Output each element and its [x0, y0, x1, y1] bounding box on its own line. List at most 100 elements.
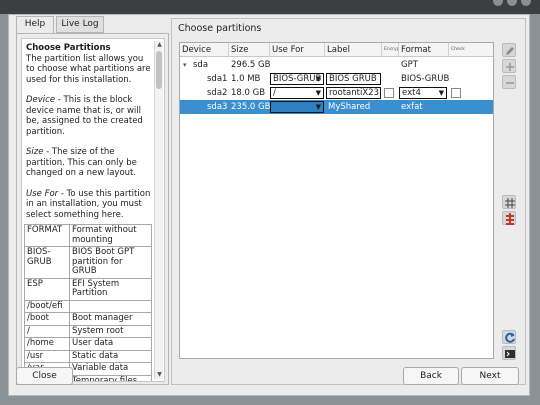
label-field[interactable]: rootantiX23 [326, 87, 381, 99]
tree-icon [506, 213, 514, 225]
usefor-value: System root [69, 324, 152, 338]
usefor-key: /boot/efi [24, 299, 70, 313]
col-device[interactable]: Device [180, 43, 229, 57]
use-for-select[interactable]: ▼ [270, 101, 324, 113]
scroll-down-icon[interactable]: ▼ [155, 371, 164, 379]
row-device: sda [193, 60, 209, 70]
tab-help[interactable]: Help [16, 16, 54, 33]
collapse-arrow-icon[interactable]: ▾ [183, 58, 187, 72]
refresh-icon [505, 332, 515, 343]
scroll-up-icon[interactable]: ▲ [155, 41, 164, 49]
usefor-key: / [24, 324, 70, 338]
partitions-panel: Choose partitions Device Size Use For La… [171, 18, 526, 385]
usefor-row: FORMAT Format without mounting [24, 224, 152, 247]
usefor-row: /boot/efi [24, 299, 152, 313]
col-check[interactable]: Check [449, 43, 493, 57]
terminal-icon [505, 350, 515, 358]
usefor-key: /boot [24, 312, 70, 326]
usefor-table: FORMAT Format without mounting BIOS-GRUB BI… [24, 224, 152, 381]
tab-live-log[interactable]: Live Log [56, 16, 104, 33]
usefor-row: ESP EFI System Partition [24, 277, 152, 301]
help-usefor-term: Use For [26, 188, 59, 199]
row-size: 296.5 GB [231, 60, 271, 70]
usefor-value: User data [69, 337, 152, 351]
usefor-key: FORMAT [24, 224, 70, 247]
col-format[interactable]: Format [399, 43, 449, 57]
partition-row-sda2[interactable]: sda2 18.0 GB / ▼ rootantiX23 ext4 ▼ [180, 86, 493, 100]
usefor-key: /home [24, 337, 70, 351]
col-size[interactable]: Size [229, 43, 270, 57]
usefor-row: /usr Static data [24, 349, 152, 363]
help-content: Choose Partitions The partition list all… [21, 38, 165, 382]
usefor-key: /usr [24, 349, 70, 363]
usefor-value: Static data [69, 349, 152, 363]
dropdown-arrow-icon: ▼ [315, 103, 321, 111]
row-size: 1.0 MB [231, 74, 261, 84]
row-format: exfat [401, 102, 423, 112]
usefor-key: ESP [24, 277, 70, 301]
usefor-row: / System root [24, 324, 152, 338]
use-for-select[interactable]: / ▼ [270, 87, 324, 99]
dropdown-arrow-icon: ▼ [438, 89, 444, 97]
col-label[interactable]: Label [325, 43, 382, 57]
partition-row-sda[interactable]: ▾ sda 296.5 GB GPT [180, 58, 493, 72]
close-button[interactable]: Close [16, 367, 73, 385]
window-maximize-button[interactable] [507, 0, 517, 6]
encrypt-checkbox[interactable] [384, 88, 394, 98]
usefor-value: Variable data [69, 362, 152, 376]
use-for-select[interactable]: BIOS-GRUB ▼ [270, 73, 324, 85]
help-panel: Choose Partitions The partition list all… [16, 33, 169, 385]
window-minimize-button[interactable] [493, 0, 503, 6]
col-use-for[interactable]: Use For [270, 43, 325, 57]
help-size: Size - The size of the partition. This c… [26, 147, 153, 179]
col-encrypt[interactable]: Encrypt [382, 43, 399, 57]
help-size-term: Size [26, 147, 44, 157]
window-close-button[interactable] [521, 0, 531, 6]
usefor-value: Temporary files [69, 374, 152, 381]
usefor-row: /boot Boot manager [24, 312, 152, 326]
row-size: 18.0 GB [231, 88, 266, 98]
add-button[interactable] [502, 59, 516, 73]
usefor-value: Format without mounting [69, 224, 152, 247]
dropdown-arrow-icon: ▼ [315, 89, 321, 97]
partition-row-sda1[interactable]: sda1 1.0 MB BIOS-GRUB ▼ BIOS GRUB BIOS-GR… [180, 72, 493, 86]
check-checkbox[interactable] [451, 88, 461, 98]
partition-header: Device Size Use For Label Encrypt Format… [180, 43, 493, 57]
refresh-button[interactable] [502, 330, 516, 344]
window-titlebar[interactable] [0, 0, 540, 14]
help-device: Device - This is the block device name t… [26, 95, 153, 137]
row-size: 235.0 GB [231, 102, 271, 112]
help-intro: The partition list allows you to choose … [26, 53, 151, 85]
scroll-thumb[interactable] [156, 51, 162, 89]
partition-row-sda3[interactable]: sda3 235.0 GB ▼ MyShared exfat [180, 100, 493, 114]
add-icon [506, 63, 514, 71]
row-format: GPT [401, 60, 418, 70]
help-device-term: Device [26, 95, 56, 105]
usefor-value: BIOS Boot GPT partition for GRUB [69, 246, 152, 279]
remove-button[interactable] [502, 75, 516, 89]
help-scrollbar[interactable]: ▲ ▼ [154, 41, 163, 379]
layout-button[interactable] [502, 195, 516, 209]
help-text: Choose Partitions The partition list all… [26, 43, 153, 230]
usefor-row: BIOS-GRUB BIOS Boot GPT partition for GRU… [24, 246, 152, 279]
format-select[interactable]: ext4 ▼ [399, 87, 447, 99]
terminal-button[interactable] [502, 346, 516, 360]
back-button[interactable]: Back [403, 367, 459, 385]
dropdown-arrow-icon: ▼ [315, 75, 321, 83]
usefor-key: BIOS-GRUB [24, 246, 70, 279]
advanced-button[interactable] [502, 211, 516, 225]
partitions-title: Choose partitions [178, 23, 262, 34]
edit-icon [506, 47, 514, 55]
row-device: sda2 [207, 88, 228, 98]
usefor-value [69, 299, 152, 313]
format-value: ext4 [402, 88, 421, 98]
row-device: sda3 [207, 102, 228, 112]
row-format: BIOS-GRUB [401, 74, 450, 84]
next-button[interactable]: Next [461, 367, 519, 385]
partition-tree[interactable]: Device Size Use For Label Encrypt Format… [179, 42, 494, 359]
edit-button[interactable] [502, 43, 516, 57]
grid-icon [505, 198, 515, 208]
usefor-value: EFI System Partition [69, 277, 152, 301]
label-field[interactable]: BIOS GRUB [326, 73, 381, 85]
remove-icon [506, 82, 514, 84]
